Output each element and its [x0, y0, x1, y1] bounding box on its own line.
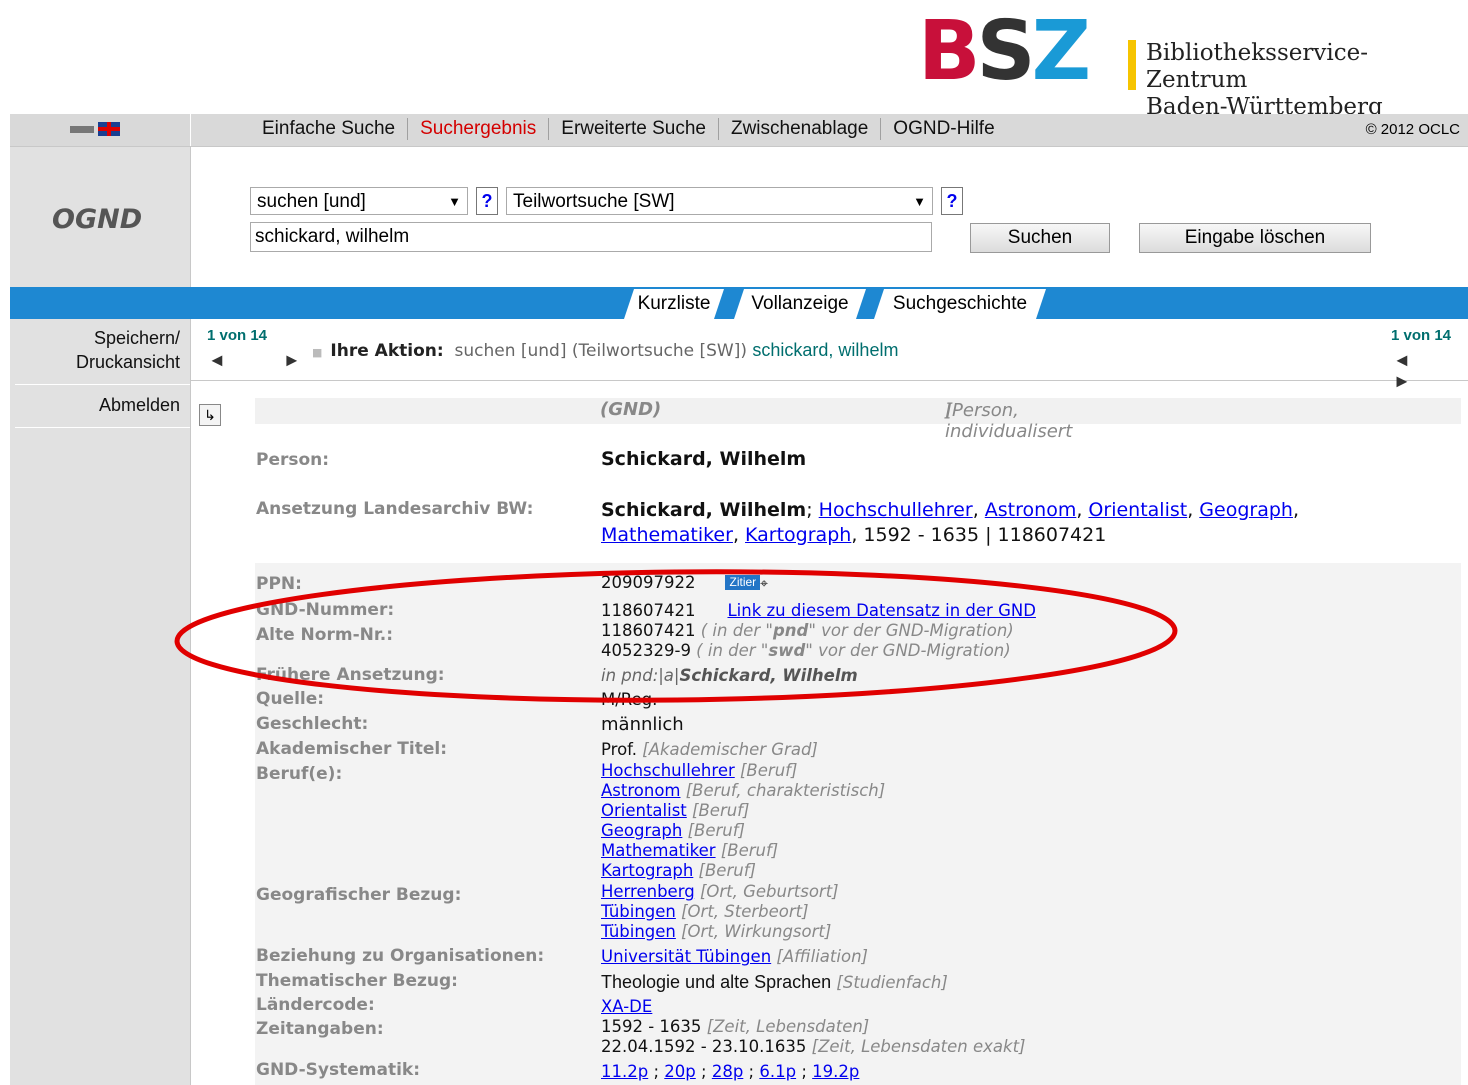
german-flag-icon[interactable] [70, 125, 94, 133]
help-button-operator[interactable]: ? [476, 187, 498, 215]
main-nav: Einfache Suche Suchergebnis Erweiterte S… [10, 114, 1468, 147]
zeit-list: 1592 - 1635 [Zeit, Lebensdaten] 22.04.15… [601, 1017, 1026, 1056]
list-item: Hochschullehrer [Beruf] [601, 761, 798, 780]
list-item: Tübingen [Ort, Wirkungsort] [601, 922, 832, 941]
list-item: Mathematiker [Beruf] [601, 841, 779, 860]
frueher-value: in pnd:|a|Schickard, Wilhelm [601, 666, 858, 685]
nav-erweiterte-suche[interactable]: Erweiterte Suche [549, 118, 719, 140]
page-indicator-left: 1 von 14 [207, 327, 268, 344]
pager-arrows-right-icon[interactable]: ◄ ► [1393, 350, 1468, 392]
your-action: ■ Ihre Aktion: suchen [und] (Teilwortsuch… [312, 340, 899, 361]
uk-flag-icon[interactable] [98, 122, 120, 136]
nav-links: Einfache Suche Suchergebnis Erweiterte S… [250, 118, 1007, 140]
gnd-number-label: GND-Nummer: [256, 600, 395, 620]
dropdown-arrow-icon: ▼ [448, 194, 461, 209]
org-name-line1: Bibliotheksservice-Zentrum [1146, 40, 1368, 93]
org-label: Beziehung zu Organisationen: [256, 946, 545, 966]
logo-letter-b: B [918, 4, 980, 99]
alt-norm-value-2: 4052329-9 ( in der "swd" vor der GND-Mig… [601, 641, 1011, 660]
beruf-list: Hochschullehrer [Beruf] Astronom [Beruf,… [601, 761, 885, 881]
nav-zwischenablage[interactable]: Zwischenablage [719, 118, 882, 140]
list-item: Astronom [Beruf, charakteristisch] [601, 781, 886, 800]
link-hochschullehrer[interactable]: Hochschullehrer [819, 499, 973, 521]
geschlecht-label: Geschlecht: [256, 714, 369, 734]
systematik-value: 11.2p ; 20p ; 28p ; 6.1p ; 19.2p [601, 1062, 860, 1081]
clear-input-button[interactable]: Eingabe löschen [1139, 223, 1371, 253]
laendercode-label: Ländercode: [256, 995, 375, 1015]
org-name: Bibliotheksservice-Zentrum Baden-Württem… [1146, 40, 1468, 121]
laendercode-value: XA-DE [601, 997, 653, 1016]
tab-suchgeschichte[interactable]: Suchgeschichte [874, 289, 1046, 319]
action-query: schickard, wilhelm [752, 340, 899, 360]
nav-ognd-hilfe[interactable]: OGND-Hilfe [881, 118, 1006, 140]
help-button-index[interactable]: ? [941, 187, 963, 215]
geschlecht-value: männlich [601, 714, 684, 735]
zeit-label: Zeitangaben: [256, 1019, 384, 1039]
landesarchiv-label: Ansetzung Landesarchiv BW: [256, 499, 534, 519]
gnd-record-link[interactable]: Link zu diesem Datensatz in der GND [727, 601, 1035, 620]
link-astronom[interactable]: Astronom [985, 499, 1077, 521]
ppn-value: 209097922 Zitier ⌖ [601, 573, 769, 592]
tab-kurzliste[interactable]: Kurzliste [624, 289, 724, 319]
thema-label: Thematischer Bezug: [256, 971, 458, 991]
page-indicator-right: 1 von 14 [1391, 327, 1452, 344]
sidebar-menu: Speichern/ Druckansicht Abmelden [10, 319, 190, 436]
dropdown-arrow-icon: ▼ [913, 194, 926, 209]
operator-select[interactable]: suchen [und] ▼ [250, 187, 468, 215]
search-input[interactable] [250, 222, 932, 252]
quelle-label: Quelle: [256, 689, 325, 709]
list-item: Orientalist [Beruf] [601, 801, 750, 820]
list-item: Kartograph [Beruf] [601, 861, 756, 880]
copyright: © 2012 OCLC [1365, 121, 1460, 138]
link-orientalist[interactable]: Orientalist [1088, 499, 1187, 521]
link-geograph[interactable]: Geograph [1199, 499, 1293, 521]
link-mathematiker[interactable]: Mathematiker [601, 524, 733, 546]
systematik-label: GND-Systematik: [256, 1060, 421, 1080]
person-value: Schickard, Wilhelm [601, 448, 807, 470]
logo-letter-z: Z [1031, 4, 1092, 99]
document-icon[interactable]: ↳ [199, 404, 221, 426]
org-value: Universität Tübingen [Affiliation] [601, 947, 868, 966]
ppn-label: PPN: [256, 574, 302, 594]
frueher-label: Frühere Ansetzung: [256, 665, 445, 685]
list-item: Herrenberg [Ort, Geburtsort] [601, 882, 839, 901]
record-type-bar: [Person, individualisert (GND)] [255, 398, 1461, 442]
search-button[interactable]: Suchen [970, 223, 1110, 253]
titel-value: Prof. [Akademischer Grad] [601, 740, 818, 759]
logo-letter-s: S [976, 4, 1036, 99]
alt-norm-value-1: 118607421 ( in der "pnd" vor der GND-Mig… [601, 621, 1014, 640]
sidebar-item-speichern[interactable]: Speichern/ Druckansicht [10, 326, 190, 374]
link-kartograph[interactable]: Kartograph [745, 524, 851, 546]
alt-norm-label: Alte Norm-Nr.: [256, 625, 394, 645]
pager-arrows-left-icon[interactable]: ◄ ► [208, 350, 327, 371]
bsz-logo[interactable]: B S Z [918, 4, 1092, 99]
language-switch [70, 122, 120, 136]
nav-einfache-suche[interactable]: Einfache Suche [250, 118, 409, 140]
sidebar-item-abmelden[interactable]: Abmelden [10, 393, 190, 417]
quelle-value: M/Reg. [601, 690, 658, 709]
beruf-label: Beruf(e): [256, 764, 343, 784]
thema-value: Theologie und alte Sprachen [Studienfach… [601, 972, 948, 992]
list-item: Geograph [Beruf] [601, 821, 745, 840]
header: B S Z Bibliotheksservice-Zentrum Baden-W… [0, 0, 1468, 120]
tab-vollanzeige[interactable]: Vollanzeige [734, 289, 866, 319]
gnd-number-value: 118607421 Link zu diesem Datensatz in der… [601, 601, 1036, 620]
index-select[interactable]: Teilwortsuche [SW] ▼ [506, 187, 933, 215]
logo-yellow-bar [1128, 40, 1136, 90]
titel-label: Akademischer Titel: [256, 739, 448, 759]
geo-label: Geografischer Bezug: [256, 885, 462, 905]
geo-list: Herrenberg [Ort, Geburtsort] Tübingen [O… [601, 882, 839, 942]
list-item: Tübingen [Ort, Sterbeort] [601, 902, 809, 921]
app-title: OGND [52, 204, 143, 235]
nav-suchergebnis[interactable]: Suchergebnis [408, 118, 550, 140]
zitier-button[interactable]: Zitier [725, 575, 761, 590]
bullet-icon: ■ [312, 346, 323, 359]
person-label: Person: [256, 450, 330, 470]
landesarchiv-value: Schickard, Wilhelm; Hochschullehrer, Ast… [601, 499, 1299, 546]
cursor-icon: ⌖ [760, 576, 769, 592]
